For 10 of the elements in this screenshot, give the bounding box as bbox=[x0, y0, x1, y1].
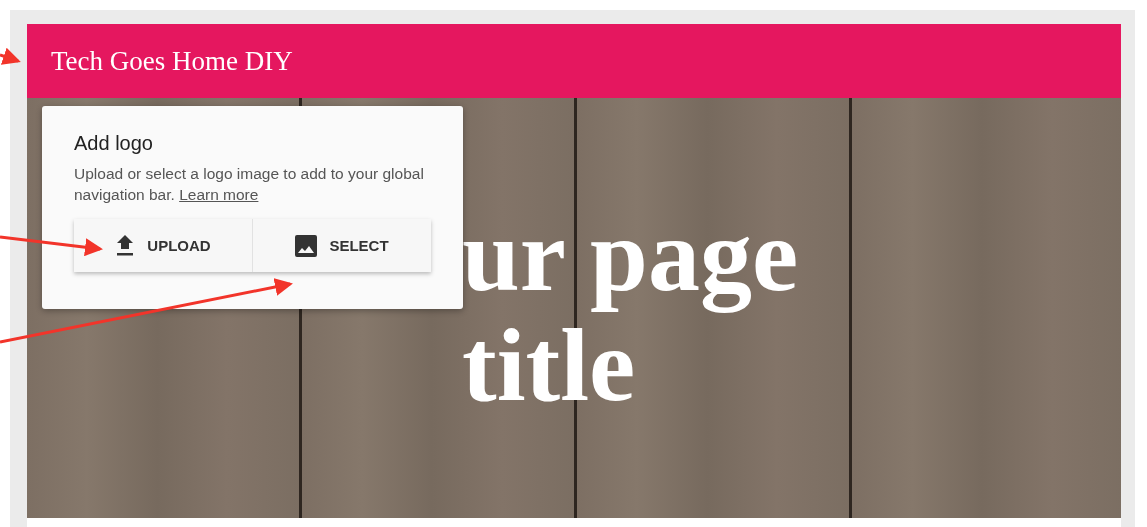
popup-heading: Add logo bbox=[74, 132, 154, 155]
page-title: ur page title bbox=[462, 200, 800, 420]
popup-description: Upload or select a logo image to add to your global navigation bar. Learn more bbox=[74, 164, 424, 205]
annotation-arrow bbox=[0, 47, 21, 65]
learn-more-link[interactable]: Learn more bbox=[179, 186, 259, 203]
site-title[interactable]: Tech Goes Home DIY bbox=[51, 45, 293, 77]
select-button[interactable]: SELECT bbox=[253, 219, 431, 272]
image-icon bbox=[295, 234, 318, 257]
upload-icon bbox=[115, 234, 136, 257]
upload-button[interactable]: UPLOAD bbox=[74, 219, 253, 272]
